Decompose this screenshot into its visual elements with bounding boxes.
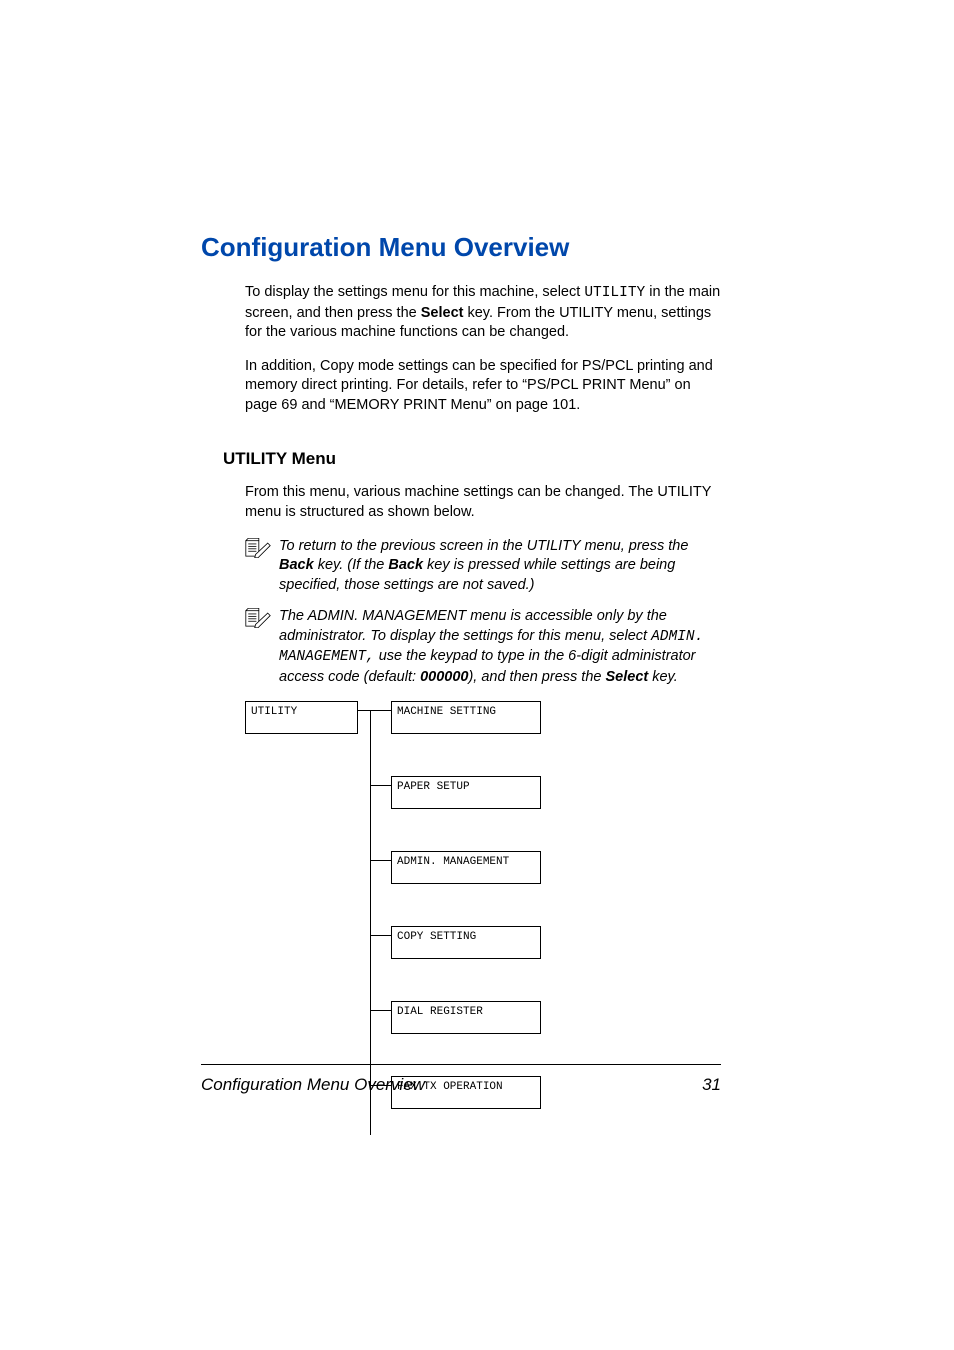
page-footer: Configuration Menu Overview 31 [201,1064,721,1095]
tree-item: MACHINE SETTING [370,701,721,734]
intro-paragraph-1: To display the settings menu for this ma… [245,283,721,343]
connector-line [370,1001,391,1011]
tree-item: ADMIN. MANAGEMENT [370,851,721,884]
pencil-note-icon [245,607,279,687]
bold-text: Back [388,557,423,573]
connector-line [370,701,391,711]
connector-line [370,926,391,936]
note-text: The ADMIN. MANAGEMENT menu is accessible… [279,607,721,687]
page-number: 31 [702,1075,721,1095]
tree-node-box: MACHINE SETTING [391,701,541,734]
note-block-2: The ADMIN. MANAGEMENT menu is accessible… [245,607,721,687]
text: key. (If the [314,557,389,573]
text: The ADMIN. MANAGEMENT menu is accessible… [279,608,667,644]
tree-node-box: PAPER SETUP [391,776,541,809]
bold-text: 000000 [420,669,468,685]
text: To return to the previous screen in the … [279,538,688,554]
text: key. [648,669,678,685]
tree-node-box: COPY SETTING [391,926,541,959]
note-block-1: To return to the previous screen in the … [245,537,721,596]
bold-text: Back [279,557,314,573]
intro-paragraph-2: In addition, Copy mode settings can be s… [245,357,721,416]
tree-node-box: DIAL REGISTER [391,1001,541,1034]
tree-node-box: ADMIN. MANAGEMENT [391,851,541,884]
bold-text: Select [421,305,464,321]
tree-item: PAPER SETUP [370,776,721,809]
text: ), and then press the [468,669,605,685]
footer-title: Configuration Menu Overview [201,1075,425,1095]
mono-text: UTILITY [584,285,645,301]
tree-item: DIAL REGISTER [370,1001,721,1034]
note-text: To return to the previous screen in the … [279,537,721,596]
section-heading: UTILITY Menu [223,449,721,469]
connector-line [358,710,370,711]
text: To display the settings menu for this ma… [245,284,584,300]
bold-text: Select [605,669,648,685]
menu-tree-diagram: UTILITY MACHINE SETTING PAPER SETUP ADMIN.… [245,701,721,1109]
connector-line [370,776,391,786]
tree-root-box: UTILITY [245,701,358,734]
section-paragraph: From this menu, various machine settings… [245,483,721,522]
page-title: Configuration Menu Overview [201,232,721,263]
tree-item: COPY SETTING [370,926,721,959]
connector-line [370,851,391,861]
footer-rule [201,1064,721,1065]
pencil-note-icon [245,537,279,596]
